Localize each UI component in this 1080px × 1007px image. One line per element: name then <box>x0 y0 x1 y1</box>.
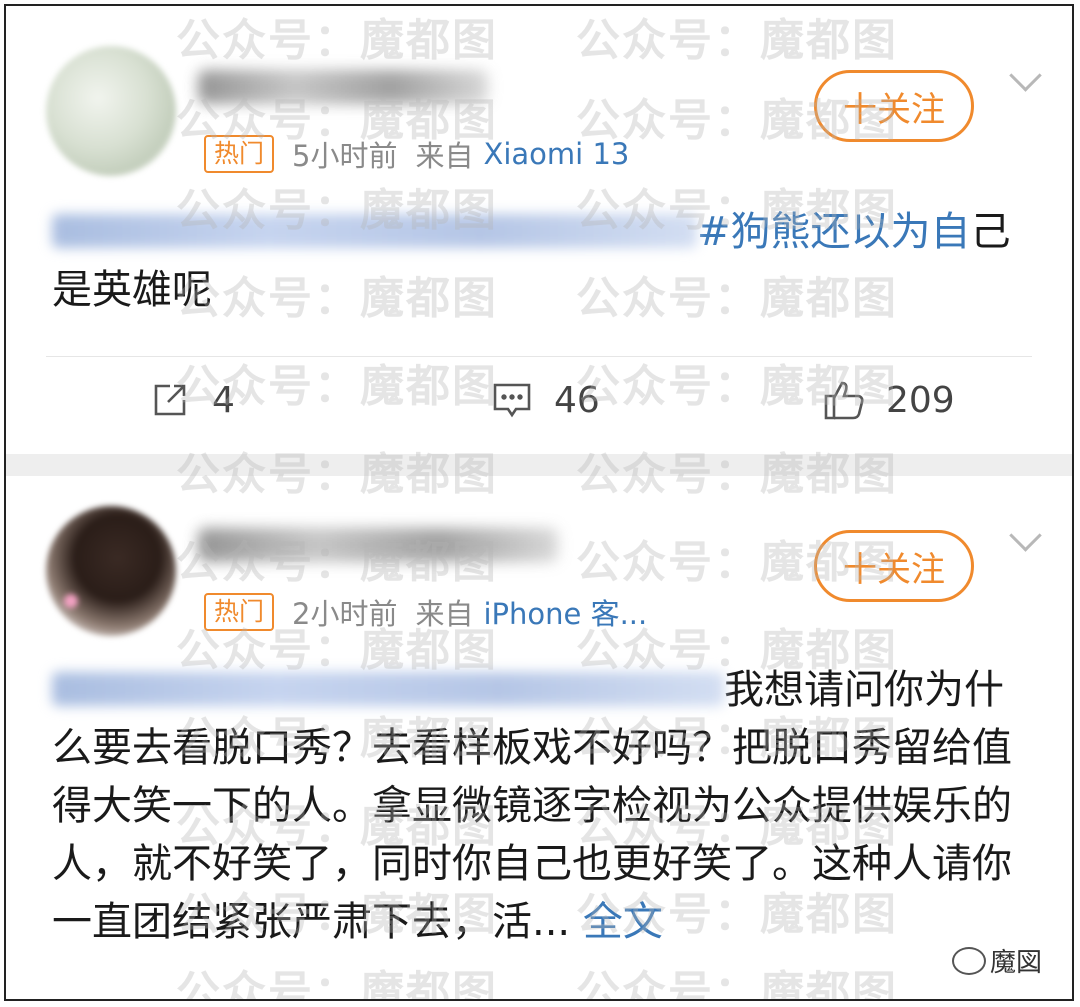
follow-button[interactable]: 十关注 <box>814 70 974 142</box>
post-time: 5小时前 <box>292 139 398 173</box>
post-separator <box>6 454 1072 476</box>
content-first-line: 我想请问你为 <box>724 667 964 713</box>
like-count: 209 <box>886 379 955 421</box>
source-device[interactable]: iPhone 客... <box>483 591 647 633</box>
source-prefix: 来自 <box>415 597 474 631</box>
post-time: 2小时前 <box>292 597 398 631</box>
comment-count: 46 <box>554 379 600 421</box>
avatar[interactable] <box>46 46 176 176</box>
username-blurred[interactable] <box>198 70 488 104</box>
post-meta: 热门 5小时前 来自 Xiaomi 13 <box>204 134 629 174</box>
follow-label: 十关注 <box>843 89 945 130</box>
share-icon <box>154 384 186 416</box>
post-content: #狗熊还以为自己是英雄呢 <box>52 203 1026 319</box>
screenshot-frame: 十关注 热门 5小时前 来自 Xiaomi 13 #狗熊还以为自己是英雄呢 4 <box>4 4 1074 1001</box>
like-button[interactable]: 209 <box>822 378 955 422</box>
action-bar: 4 46 209 <box>6 378 1072 434</box>
post-card: 十关注 热门 5小时前 来自 Xiaomi 13 #狗熊还以为自己是英雄呢 4 <box>6 6 1072 454</box>
follow-label: 十关注 <box>843 549 945 590</box>
hot-badge: 热门 <box>204 135 275 173</box>
watermark: 公众号：魔都图 <box>576 967 898 1001</box>
read-more-link[interactable]: 全文 <box>583 899 663 945</box>
blurred-text <box>52 672 724 706</box>
wechat-icon <box>951 946 986 975</box>
comment-button[interactable]: 46 <box>490 378 600 422</box>
repost-count: 4 <box>212 379 235 421</box>
hashtag-link[interactable]: #狗熊还以为自 <box>697 209 971 255</box>
brand-logo: 魔図 <box>947 940 1046 981</box>
username-blurred[interactable] <box>198 528 558 562</box>
avatar[interactable] <box>46 506 176 636</box>
divider <box>46 356 1032 357</box>
repost-button[interactable]: 4 <box>148 378 235 422</box>
source-prefix: 来自 <box>415 139 474 173</box>
blurred-text <box>52 214 697 248</box>
comment-icon <box>493 383 531 418</box>
hot-badge: 热门 <box>204 593 275 631</box>
like-icon <box>824 381 864 420</box>
chevron-down-icon[interactable] <box>1009 519 1042 552</box>
follow-button[interactable]: 十关注 <box>814 530 974 602</box>
post-content: 我想请问你为什么要去看脱口秀？去看样板戏不好吗？把脱口秀留给值得大笑一下的人。拿… <box>52 661 1026 951</box>
brand-logo-text: 魔図 <box>989 948 1042 978</box>
source-device[interactable]: Xiaomi 13 <box>483 137 629 171</box>
chevron-down-icon[interactable] <box>1009 59 1042 92</box>
post-meta: 热门 2小时前 来自 iPhone 客... <box>204 592 647 632</box>
watermark: 公众号：魔都图 <box>176 967 498 1001</box>
